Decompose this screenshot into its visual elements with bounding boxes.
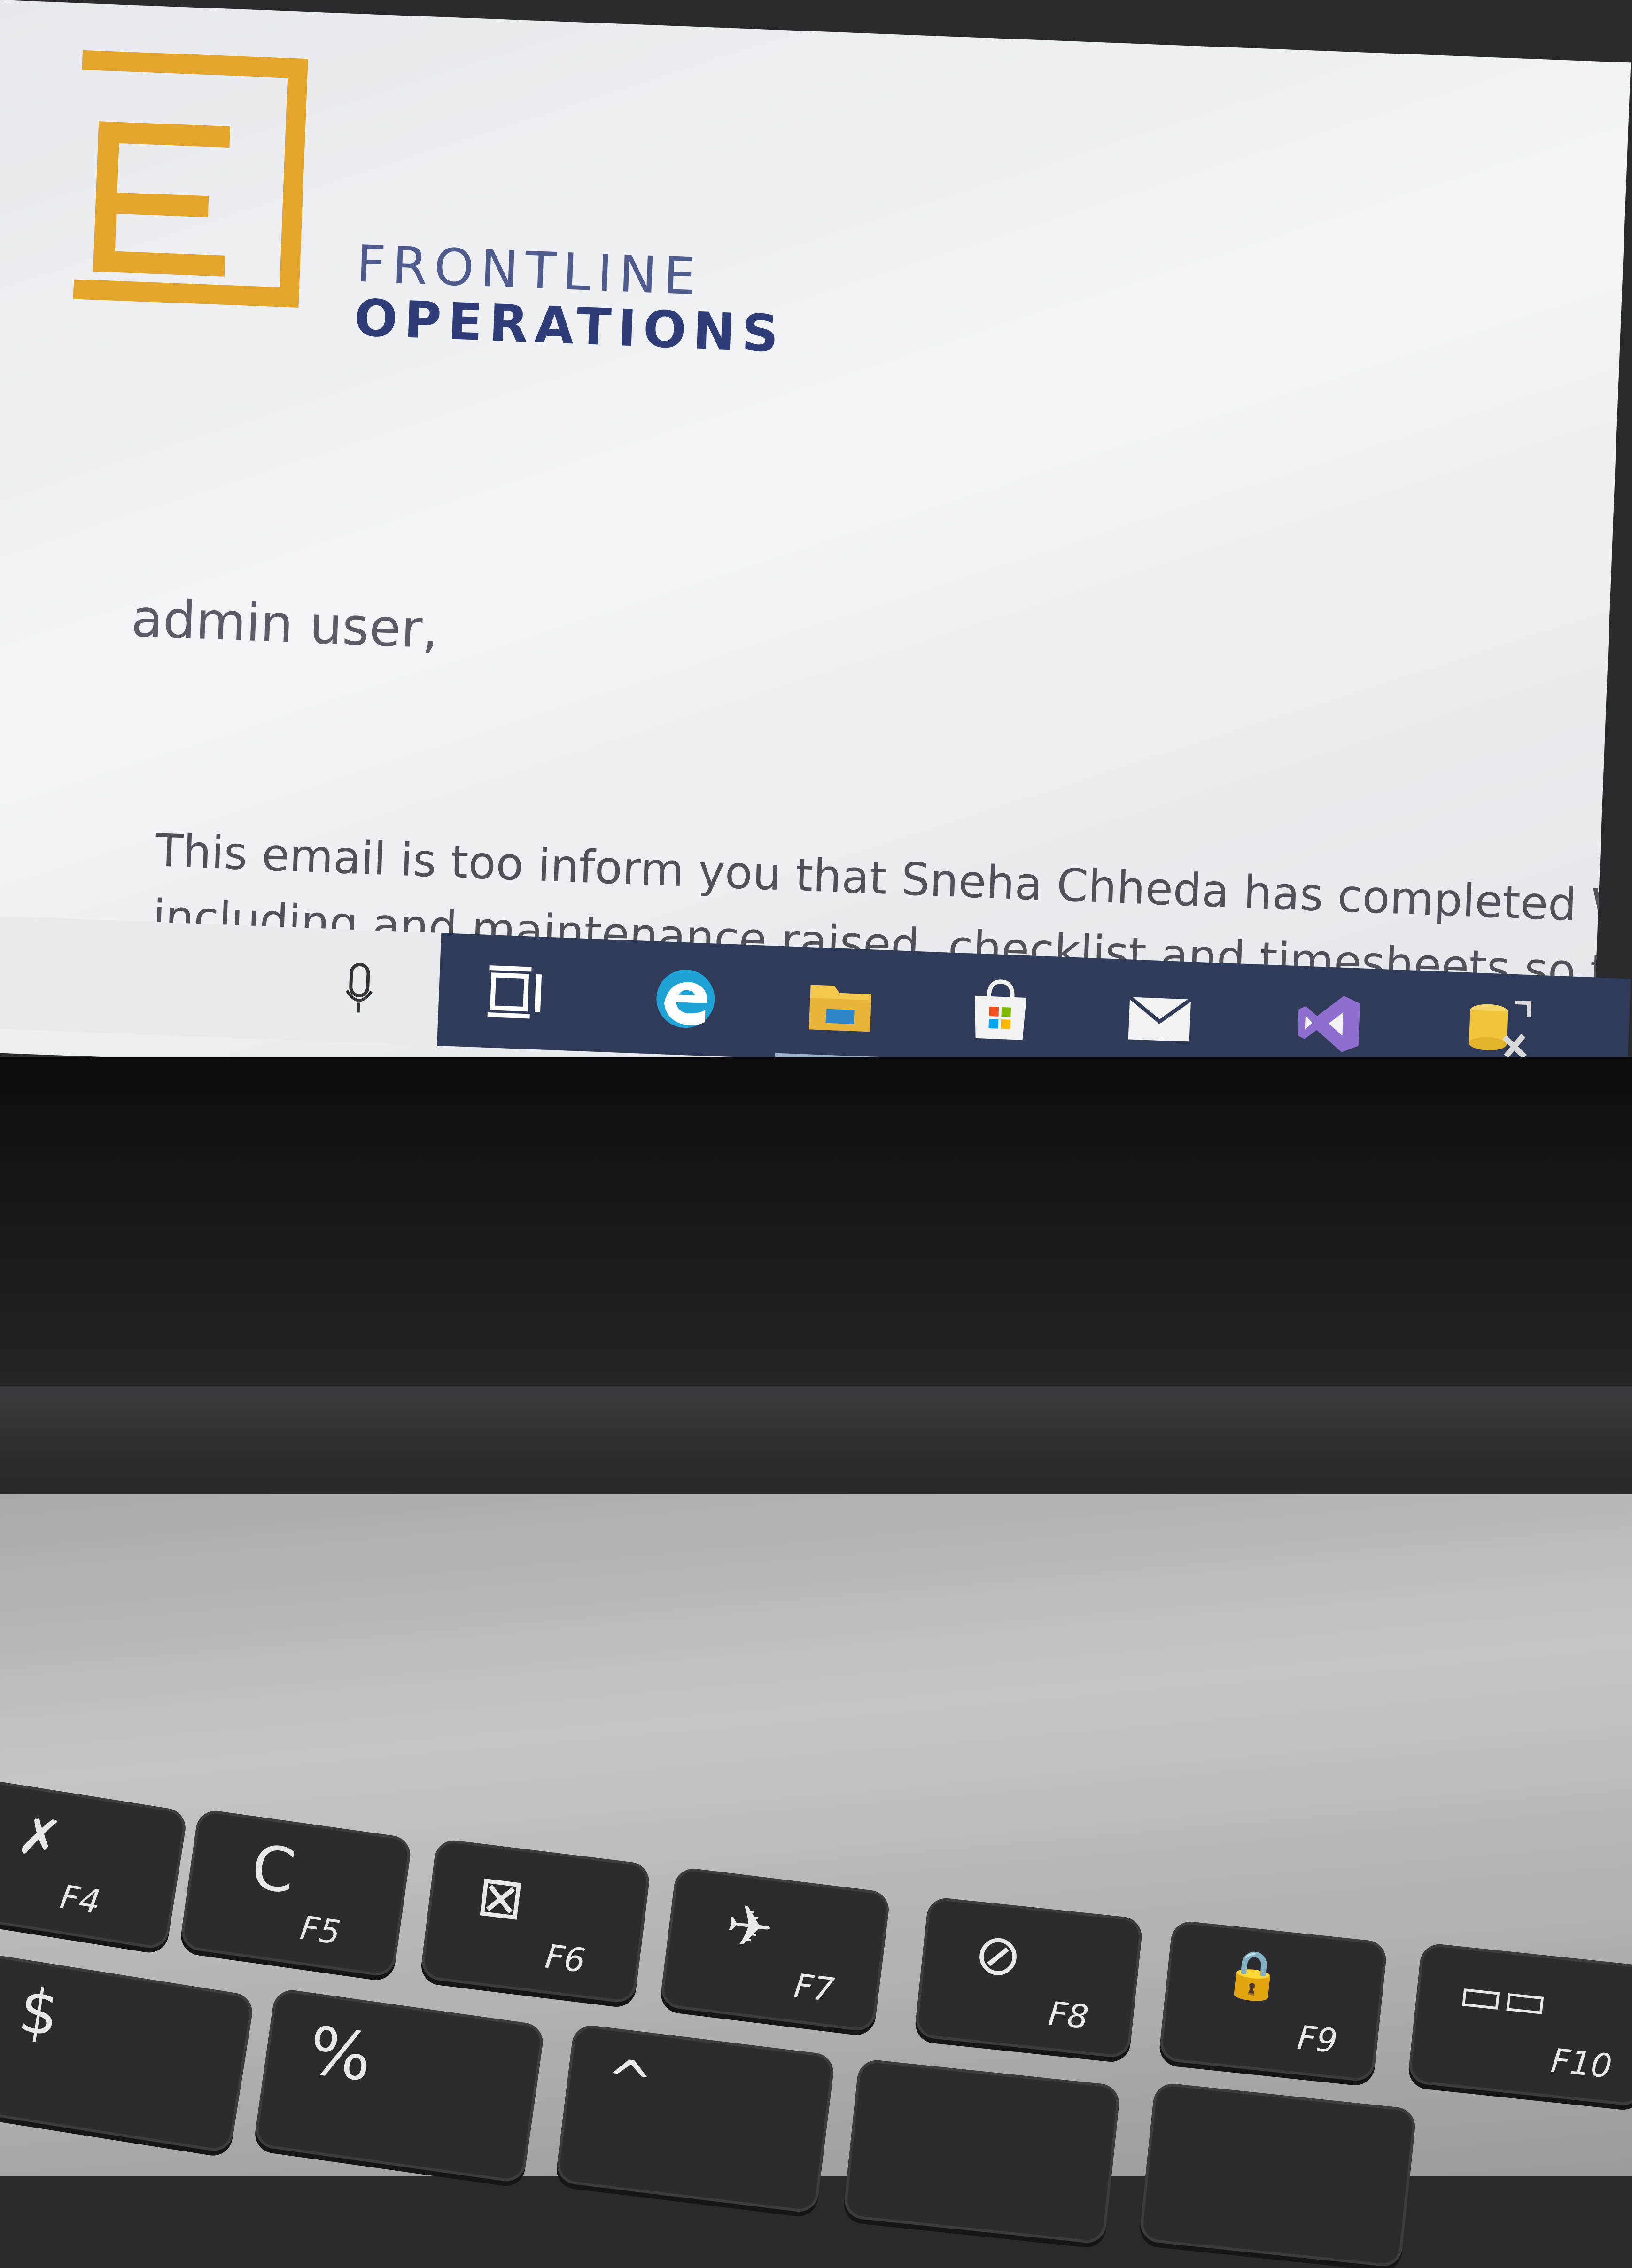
key-8[interactable]: [1138, 2082, 1417, 2268]
airplane-mode-icon: ✈: [722, 1892, 777, 1963]
f7-key[interactable]: ✈ F7: [659, 1866, 891, 2033]
frontline-logo-icon: [73, 50, 308, 308]
f8-key[interactable]: ⊘ F8: [914, 1896, 1144, 2059]
lock-icon: 🔒: [1221, 1944, 1285, 2005]
display-switch-icon: ▭▭: [1456, 1965, 1551, 2029]
keyboard-deck: ✗ F4 C F5 ⊠ F6 ✈ F7 ⊘ F8 🔒 F9 ▭▭ F10 $ %…: [0, 1494, 1632, 2268]
f5-key[interactable]: C F5: [179, 1808, 413, 1978]
email-greeting: admin user,: [130, 588, 440, 660]
taskbar-search-area[interactable]: [0, 916, 442, 1046]
f9-key[interactable]: 🔒 F9: [1158, 1919, 1388, 2083]
key-7[interactable]: [842, 2058, 1121, 2245]
laptop-hinge: [0, 1386, 1632, 1508]
microphone-icon[interactable]: [344, 962, 374, 1015]
touchpad-off-icon: ⊠: [473, 1862, 528, 1934]
f6-key[interactable]: ⊠ F6: [420, 1838, 652, 2004]
key-6[interactable]: ^: [555, 2023, 836, 2214]
dollar-symbol: $: [14, 1974, 64, 2051]
task-view-icon[interactable]: [480, 958, 553, 1027]
company-name-line2: OPERATIONS: [353, 288, 786, 364]
refresh-icon: C: [247, 1831, 300, 1908]
percent-symbol: %: [304, 2012, 377, 2097]
mail-icon[interactable]: [1123, 983, 1196, 1051]
key-4[interactable]: $: [0, 1952, 255, 2154]
caret-symbol: ^: [601, 2046, 657, 2117]
sql-tools-icon[interactable]: [1461, 996, 1534, 1064]
f4-key[interactable]: ✗ F4: [0, 1779, 188, 1951]
edge-icon[interactable]: [649, 964, 722, 1033]
f10-key[interactable]: ▭▭ F10: [1407, 1942, 1632, 2107]
visual-studio-icon[interactable]: [1292, 989, 1365, 1058]
file-explorer-icon[interactable]: [804, 971, 877, 1039]
camera-off-icon: ⊘: [971, 1920, 1026, 1990]
mic-mute-icon: ✗: [13, 1804, 66, 1871]
store-icon[interactable]: [964, 977, 1036, 1045]
key-5[interactable]: %: [253, 1988, 545, 2184]
